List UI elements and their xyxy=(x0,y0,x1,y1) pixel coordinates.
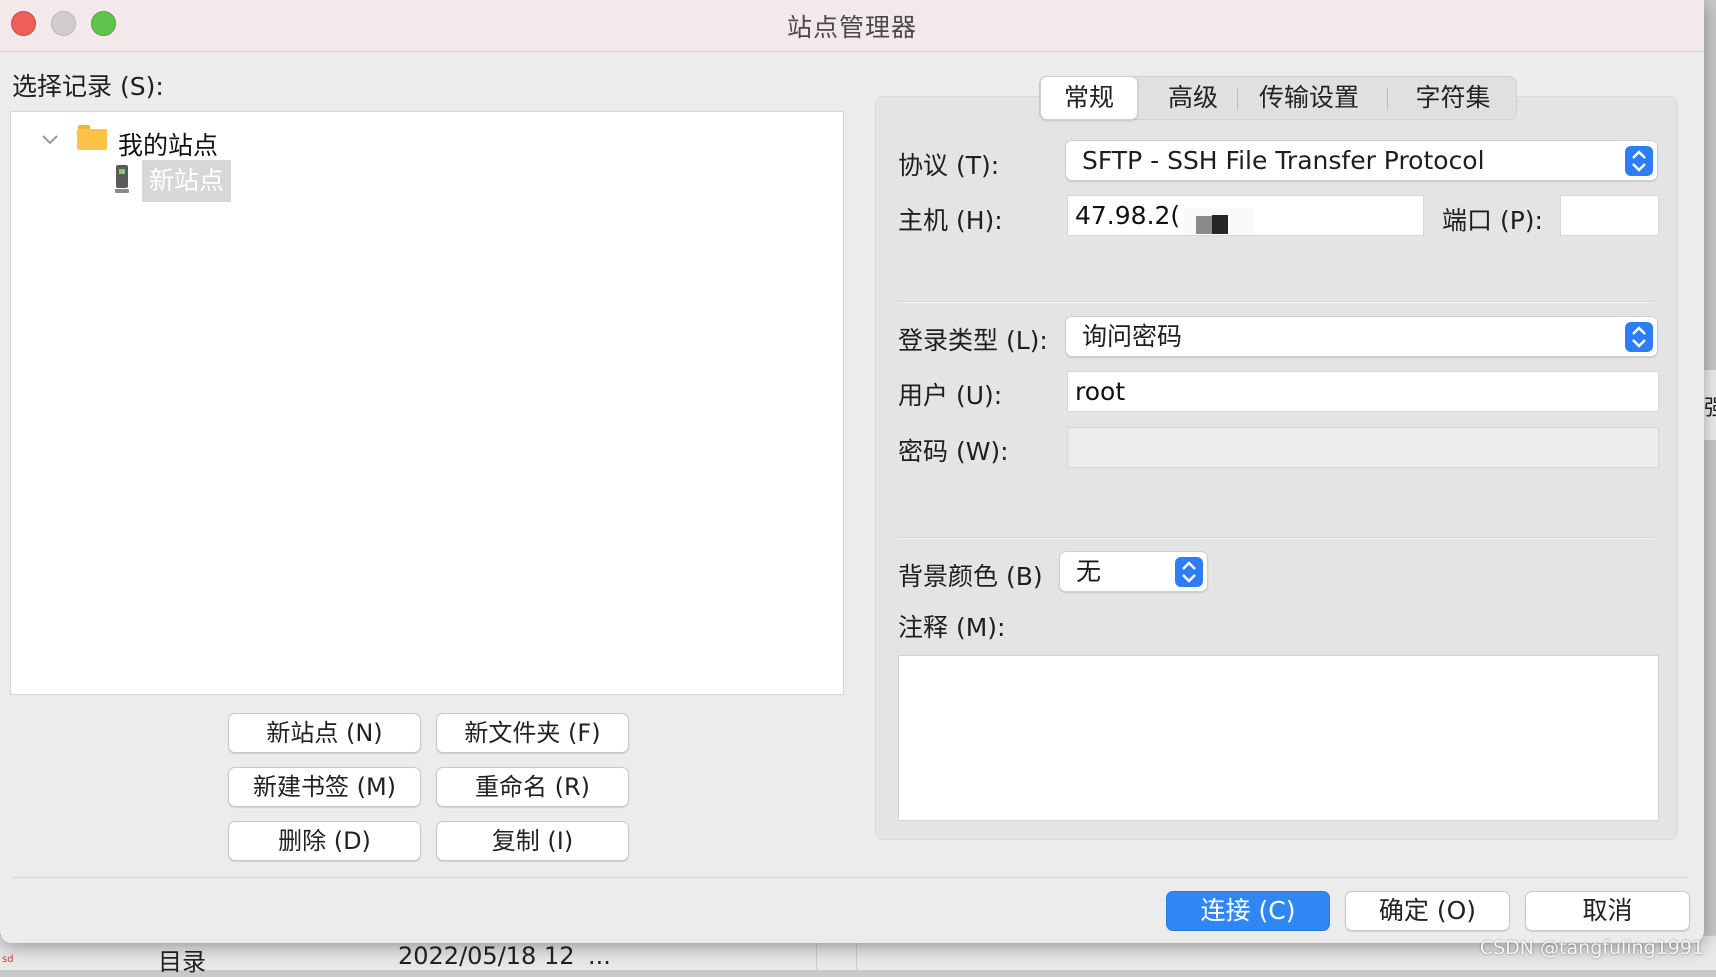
tab-transfer-settings[interactable]: 传输设置 xyxy=(1240,77,1378,119)
new-site-button[interactable]: 新站点 (N) xyxy=(228,713,421,753)
select-stepper-icon xyxy=(1625,322,1653,352)
server-icon xyxy=(115,165,129,195)
host-label: 主机 (H): xyxy=(898,206,1003,235)
user-field[interactable]: root xyxy=(1067,371,1659,412)
tab-separator xyxy=(1237,88,1238,110)
ok-button[interactable]: 确定 (O) xyxy=(1345,891,1510,931)
footer-divider xyxy=(12,877,1688,878)
cancel-button[interactable]: 取消 xyxy=(1525,891,1690,931)
new-folder-button[interactable]: 新文件夹 (F) xyxy=(436,713,629,753)
logon-type-value: 询问密码 xyxy=(1082,322,1183,351)
password-label: 密码 (W): xyxy=(898,437,1009,466)
watermark-text: CSDN @tangfuling1991 xyxy=(1479,937,1704,959)
delete-button[interactable]: 删除 (D) xyxy=(228,821,421,861)
divider xyxy=(898,537,1654,539)
tab-advanced[interactable]: 高级 xyxy=(1140,77,1246,119)
background-column-type: 目录 xyxy=(158,948,206,976)
tab-separator xyxy=(1387,88,1388,110)
background-color-label: 背景颜色 (B) xyxy=(898,562,1043,591)
site-manager-dialog: 站点管理器 选择记录 (S): 我的站点 新站点 新站点 (N) 新文件夹 (F… xyxy=(0,0,1704,943)
copy-button[interactable]: 复制 (I) xyxy=(436,821,629,861)
tree-item-selected[interactable]: 新站点 xyxy=(142,160,232,202)
comments-label: 注释 (M): xyxy=(898,613,1006,642)
logon-type-select[interactable]: 询问密码 xyxy=(1065,316,1658,357)
background-color-value: 无 xyxy=(1076,557,1102,586)
select-stepper-icon xyxy=(1175,557,1203,587)
site-tree[interactable]: 我的站点 新站点 xyxy=(10,111,844,695)
user-label: 用户 (U): xyxy=(898,381,1003,410)
title-bar: 站点管理器 xyxy=(0,0,1704,52)
chevron-down-icon[interactable] xyxy=(37,130,63,150)
rename-button[interactable]: 重命名 (R) xyxy=(436,767,629,807)
logon-type-label: 登录类型 (L): xyxy=(898,326,1048,355)
new-bookmark-button[interactable]: 新建书签 (M) xyxy=(228,767,421,807)
folder-icon xyxy=(77,125,107,150)
background-mark: sd xyxy=(2,954,14,965)
protocol-value: SFTP - SSH File Transfer Protocol xyxy=(1082,146,1485,175)
background-column-date: 2022/05/18 12 xyxy=(398,942,575,970)
background-edge-glyph: 强 xyxy=(1704,396,1716,421)
background-column-more: ... xyxy=(588,942,611,970)
connect-button[interactable]: 连接 (C) xyxy=(1166,891,1330,931)
tab-charset[interactable]: 字符集 xyxy=(1390,77,1516,119)
protocol-select[interactable]: SFTP - SSH File Transfer Protocol xyxy=(1065,140,1658,181)
divider xyxy=(898,301,1654,303)
port-field[interactable] xyxy=(1560,195,1659,236)
select-entry-label: 选择记录 (S): xyxy=(12,72,164,101)
comments-textarea[interactable] xyxy=(898,655,1659,821)
host-field[interactable]: 47.98.2( xyxy=(1067,195,1424,236)
tree-root-label[interactable]: 我的站点 xyxy=(118,126,218,162)
background-color-select[interactable]: 无 xyxy=(1059,551,1208,592)
port-label: 端口 (P): xyxy=(1442,206,1543,235)
protocol-label: 协议 (T): xyxy=(898,151,1000,180)
tab-general[interactable]: 常规 xyxy=(1040,76,1138,120)
host-value: 47.98.2( xyxy=(1075,201,1181,230)
tab-bar: 常规 高级 传输设置 字符集 xyxy=(1039,76,1517,120)
password-field[interactable] xyxy=(1067,427,1659,468)
window-title: 站点管理器 xyxy=(786,13,917,42)
background-window-edge: 强 xyxy=(1702,370,1716,440)
select-stepper-icon xyxy=(1625,146,1653,176)
redaction-mark xyxy=(1184,208,1254,234)
